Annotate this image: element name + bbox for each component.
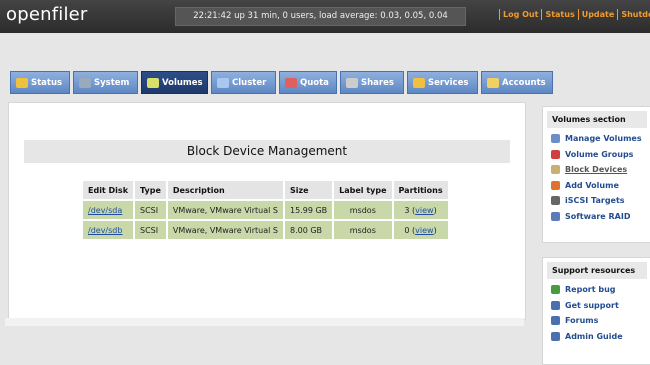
software-raid-icon	[551, 211, 560, 221]
disk-size: 8.00 GB	[285, 221, 333, 239]
tab-label: Cluster	[232, 78, 267, 88]
tab-system[interactable]: System	[73, 71, 138, 94]
cluster-icon	[217, 77, 229, 88]
block-device-table: Edit Disk Type Description Size Label ty…	[81, 179, 450, 241]
volumes-section-panel: Volumes section Manage Volumes Volume Gr…	[542, 106, 650, 243]
table-row: /dev/sdb SCSI VMware, VMware Virtual S 8…	[83, 221, 448, 239]
support-resources-panel: Support resources Report bug Get support…	[542, 257, 650, 365]
sidebar-item-add-volume[interactable]: Add Volume	[551, 180, 650, 197]
update-link[interactable]: Update	[582, 10, 615, 19]
edit-disk-link[interactable]: /dev/sdb	[88, 226, 122, 235]
top-bar: openfiler 22:21:42 up 31 min, 0 users, l…	[0, 0, 650, 33]
shares-icon	[346, 77, 358, 88]
openfiler-logo: openfiler	[6, 4, 88, 25]
table-row: /dev/sda SCSI VMware, VMware Virtual S 1…	[83, 201, 448, 219]
tab-label: Volumes	[162, 78, 203, 88]
view-partitions-link[interactable]: view	[415, 206, 433, 215]
column-header: Edit Disk	[83, 181, 134, 199]
quota-icon	[285, 77, 297, 88]
add-volume-icon	[551, 180, 560, 190]
table-header-row: Edit Disk Type Description Size Label ty…	[83, 181, 448, 199]
sidebar-item-forums[interactable]: Forums	[551, 316, 650, 332]
disk-size: 15.99 GB	[285, 201, 333, 219]
column-header: Label type	[334, 181, 392, 199]
page-title: Block Device Management	[24, 140, 510, 163]
block-devices-icon	[551, 165, 560, 174]
guide-icon	[551, 331, 560, 341]
sidebar-item-manage-volumes[interactable]: Manage Volumes	[551, 134, 650, 150]
sidebar-item-iscsi-targets[interactable]: iSCSI Targets	[551, 196, 650, 212]
column-header: Partitions	[393, 181, 448, 199]
iscsi-targets-icon	[551, 196, 560, 205]
tab-label: Shares	[361, 78, 394, 88]
tab-cluster[interactable]: Cluster	[211, 71, 276, 94]
disk-partitions: 3 (view)	[393, 201, 448, 219]
panel-title: Support resources	[547, 262, 647, 279]
sidebar-item-get-support[interactable]: Get support	[551, 300, 650, 317]
tab-quota[interactable]: Quota	[279, 71, 337, 94]
forums-icon	[551, 316, 560, 325]
content-footer-strip	[5, 318, 524, 326]
sidebar-item-block-devices[interactable]: Block Devices	[551, 165, 650, 181]
status-icon	[16, 77, 28, 88]
tab-label: Accounts	[502, 78, 546, 88]
tab-label: System	[94, 78, 130, 88]
tab-label: Services	[428, 78, 469, 88]
sidebar-item-admin-guide[interactable]: Admin Guide	[551, 331, 650, 348]
disk-type: SCSI	[135, 221, 166, 239]
support-icon	[551, 300, 560, 310]
volume-groups-icon	[551, 149, 560, 159]
panel-title: Volumes section	[547, 111, 647, 128]
volumes-icon	[147, 77, 159, 88]
disk-label-type: msdos	[334, 201, 392, 219]
column-header: Size	[285, 181, 333, 199]
column-header: Description	[167, 181, 283, 199]
system-icon	[79, 77, 91, 88]
tab-volumes[interactable]: Volumes	[141, 71, 208, 94]
services-icon	[413, 77, 425, 88]
accounts-icon	[487, 77, 499, 88]
main-content: Block Device Management Edit Disk Type D…	[8, 102, 526, 320]
edit-disk-link[interactable]: /dev/sda	[88, 206, 122, 215]
disk-description: VMware, VMware Virtual S	[167, 201, 283, 219]
status-link[interactable]: Status	[545, 10, 574, 19]
tab-label: Status	[31, 78, 63, 88]
tab-shares[interactable]: Shares	[340, 71, 404, 94]
sidebar-item-software-raid[interactable]: Software RAID	[551, 211, 650, 228]
disk-type: SCSI	[135, 201, 166, 219]
shutdown-link[interactable]: Shutdown	[621, 10, 650, 19]
sidebar-item-volume-groups[interactable]: Volume Groups	[551, 149, 650, 166]
tab-status[interactable]: Status	[10, 71, 70, 94]
disk-description: VMware, VMware Virtual S	[167, 221, 283, 239]
disk-label-type: msdos	[334, 221, 392, 239]
bug-icon	[551, 285, 560, 294]
view-partitions-link[interactable]: view	[415, 226, 433, 235]
uptime-status: 22:21:42 up 31 min, 0 users, load averag…	[175, 7, 466, 26]
tab-services[interactable]: Services	[407, 71, 478, 94]
top-links: Log Out Status Update Shutdown	[496, 9, 650, 20]
sidebar-item-report-bug[interactable]: Report bug	[551, 285, 650, 301]
tab-accounts[interactable]: Accounts	[481, 71, 553, 94]
manage-volumes-icon	[551, 134, 560, 143]
tab-label: Quota	[300, 78, 329, 88]
disk-partitions: 0 (view)	[393, 221, 448, 239]
logout-link[interactable]: Log Out	[503, 10, 538, 19]
column-header: Type	[135, 181, 166, 199]
